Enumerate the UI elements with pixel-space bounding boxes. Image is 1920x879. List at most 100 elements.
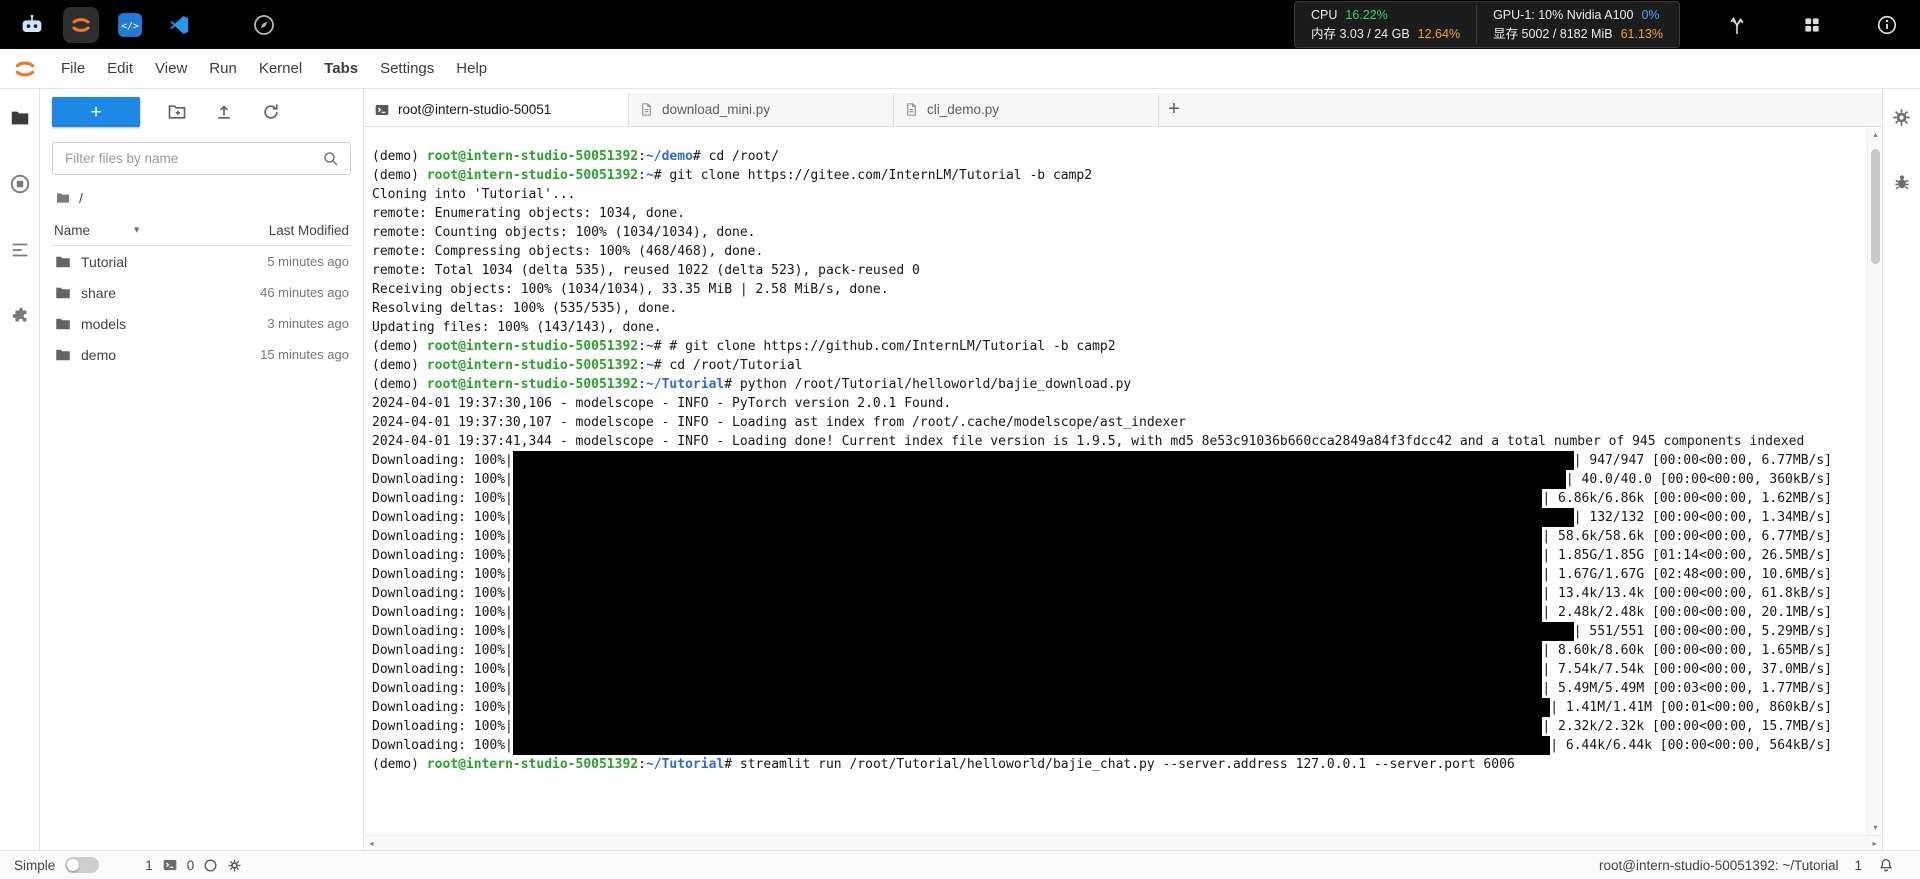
debugger-bug-icon[interactable] xyxy=(1892,172,1912,192)
vram-value: 61.13% xyxy=(1620,26,1663,41)
share-icon[interactable] xyxy=(1726,14,1748,36)
menu-tabs[interactable]: Tabs xyxy=(313,55,369,82)
terminal-line: remote: Enumerating objects: 1034, done. xyxy=(372,206,686,221)
terminal-progress-line: Downloading: 100%| | 1.41M/1.41M [00:01<0… xyxy=(372,698,1832,717)
redacted-progress-bar xyxy=(512,622,1574,641)
terminal-progress-line: Downloading: 100%| | 7.54k/7.54k [00:00<0… xyxy=(372,660,1832,679)
home-folder-icon xyxy=(57,193,69,203)
tab-download-mini-py[interactable]: download_mini.py xyxy=(629,93,894,126)
apps-grid-icon[interactable] xyxy=(1802,15,1822,35)
folder-icon xyxy=(56,256,70,267)
terminals-count: 1 xyxy=(145,857,153,873)
file-row-share[interactable]: share 46 minutes ago xyxy=(52,277,351,308)
vram-label: 显存 5002 / 8182 MiB xyxy=(1493,26,1613,41)
cpu-value: 16.22% xyxy=(1345,8,1388,23)
menu-file[interactable]: File xyxy=(50,55,96,82)
horizontal-scrollbar[interactable]: ◂ ▸ xyxy=(364,835,1882,850)
gpu-label: GPU-1: 10% Nvidia A100 xyxy=(1493,8,1634,23)
file-row-models[interactable]: models 3 minutes ago xyxy=(52,308,351,339)
memory-label: 内存 3.03 / 24 GB xyxy=(1311,26,1410,41)
compass-icon[interactable] xyxy=(246,7,282,43)
new-folder-icon[interactable] xyxy=(167,102,187,122)
menu-kernel[interactable]: Kernel xyxy=(248,55,313,82)
memory-value: 12.64% xyxy=(1417,26,1461,41)
menu-help[interactable]: Help xyxy=(445,55,498,82)
toggle-knob xyxy=(67,859,80,871)
file-modified: 3 minutes ago xyxy=(267,316,349,331)
refresh-icon[interactable] xyxy=(261,102,281,122)
running-kernels-icon[interactable] xyxy=(9,173,31,195)
new-tab-button[interactable]: + xyxy=(1159,93,1189,126)
menu-view[interactable]: View xyxy=(144,55,198,82)
terminal-progress-line: Downloading: 100%| | 5.49M/5.49M [00:03<0… xyxy=(372,679,1832,698)
terminal-line: (demo) root@intern-studio-50051392:~/Tut… xyxy=(372,757,1515,772)
terminal-progress-line: Downloading: 100%| | 6.86k/6.86k [00:00<0… xyxy=(372,489,1832,508)
terminal-progress-line: Downloading: 100%| | 947/947 [00:00<00:00… xyxy=(372,451,1832,470)
menu-settings[interactable]: Settings xyxy=(369,55,445,82)
status-bar-right: root@intern-studio-50051392: ~/Tutorial … xyxy=(1599,857,1894,873)
current-session-path[interactable]: root@intern-studio-50051392: ~/Tutorial xyxy=(1599,858,1838,873)
redacted-progress-bar xyxy=(512,489,1543,508)
vertical-scrollbar[interactable]: ▴ ▾ xyxy=(1867,127,1882,835)
upload-icon[interactable] xyxy=(214,102,234,122)
file-name: Tutorial xyxy=(81,253,128,270)
breadcrumb-root[interactable]: / xyxy=(79,190,83,206)
terminal-progress-line: Downloading: 100%| | 132/132 [00:00<00:00… xyxy=(372,508,1832,527)
terminal-line: 2024-04-01 19:37:41,344 - modelscope - I… xyxy=(372,434,1805,449)
vertical-scrollbar-thumb[interactable] xyxy=(1871,149,1880,264)
menu-bar: File Edit View Run Kernel Tabs Settings Help xyxy=(0,49,1920,89)
terminal-progress-line: Downloading: 100%| | 8.60k/8.60k [00:00<0… xyxy=(372,641,1832,660)
terminal-line: (demo) root@intern-studio-50051392:~# gi… xyxy=(372,168,1093,183)
tab-cli-demo-py[interactable]: cli_demo.py xyxy=(894,93,1159,126)
column-name[interactable]: Name xyxy=(54,223,90,238)
cpu-stats-block: CPU 16.22% 内存 3.03 / 24 GB 12.64% xyxy=(1295,5,1476,43)
internstudio-logo[interactable] xyxy=(14,7,50,43)
running-sessions-status[interactable]: 1 0 xyxy=(145,857,242,873)
bell-icon[interactable] xyxy=(1878,857,1894,873)
simple-mode-toggle[interactable] xyxy=(65,857,100,873)
dock-tab-bar: root@intern-studio-50051 download_mini.p… xyxy=(364,93,1882,127)
scroll-right-arrow[interactable]: ▸ xyxy=(1867,836,1882,851)
scroll-left-arrow[interactable]: ◂ xyxy=(364,836,379,851)
gear-icon[interactable] xyxy=(1891,107,1912,128)
tab-label: download_mini.py xyxy=(662,102,771,117)
settings-gear-icon[interactable] xyxy=(227,858,242,873)
terminal-line: remote: Counting objects: 100% (1034/103… xyxy=(372,225,756,240)
sort-caret-icon[interactable]: ▾ xyxy=(134,225,140,236)
file-icon xyxy=(904,102,919,117)
top-bar: </> CPU 16.22% 内存 3.03 / 24 GB 12.64% GP… xyxy=(0,0,1920,49)
redacted-progress-bar xyxy=(512,508,1574,527)
code-server-icon[interactable]: </> xyxy=(112,7,148,43)
vscode-icon[interactable] xyxy=(161,7,197,43)
file-browser-listing: Tutorial 5 minutes ago share 46 minutes … xyxy=(52,246,351,370)
new-launcher-button[interactable]: + xyxy=(52,97,140,127)
info-icon[interactable] xyxy=(1876,14,1898,36)
tab-root-intern-studio-50051[interactable]: root@intern-studio-50051 xyxy=(364,93,629,126)
file-filter-input[interactable] xyxy=(63,150,322,167)
menu-run[interactable]: Run xyxy=(198,55,248,82)
scroll-down-arrow[interactable]: ▾ xyxy=(1868,820,1882,835)
terminal-progress-line: Downloading: 100%| | 551/551 [00:00<00:00… xyxy=(372,622,1832,641)
file-browser-panel: + Filter files by name / Name ▾ Last Mod… xyxy=(40,89,364,850)
jupyter-launcher-icon[interactable] xyxy=(63,6,99,43)
folder-icon[interactable] xyxy=(9,107,31,129)
file-row-demo[interactable]: demo 15 minutes ago xyxy=(52,339,351,370)
table-of-contents-icon[interactable] xyxy=(9,239,31,261)
breadcrumb[interactable]: / xyxy=(52,190,351,206)
file-modified: 46 minutes ago xyxy=(260,285,349,300)
menu-edit[interactable]: Edit xyxy=(96,55,144,82)
notifications-count: 1 xyxy=(1854,857,1862,873)
extensions-icon[interactable] xyxy=(9,305,31,327)
redacted-progress-bar xyxy=(512,470,1566,489)
redacted-progress-bar xyxy=(512,451,1574,470)
terminal-icon xyxy=(374,102,390,118)
terminal-line: Receiving objects: 100% (1034/1034), 33.… xyxy=(372,282,889,297)
tab-label: root@intern-studio-50051 xyxy=(398,102,552,117)
terminal-progress-line: Downloading: 100%| | 1.85G/1.85G [01:14<0… xyxy=(372,546,1832,565)
scroll-up-arrow[interactable]: ▴ xyxy=(1868,127,1882,142)
column-last-modified[interactable]: Last Modified xyxy=(269,223,349,238)
dock-panel: root@intern-studio-50051 download_mini.p… xyxy=(364,89,1882,850)
file-row-tutorial[interactable]: Tutorial 5 minutes ago xyxy=(52,246,351,277)
terminal-line: remote: Total 1034 (delta 535), reused 1… xyxy=(372,263,920,278)
status-bar: Simple 1 0 root@intern-studio-50051392: … xyxy=(0,850,1920,879)
